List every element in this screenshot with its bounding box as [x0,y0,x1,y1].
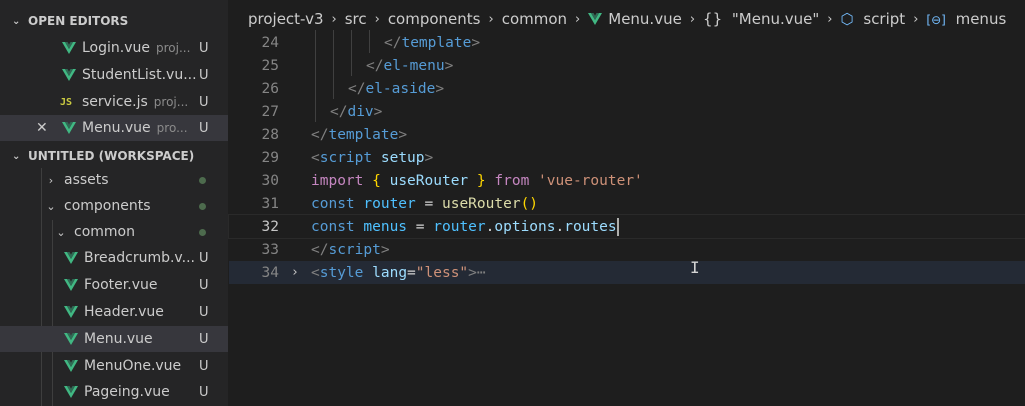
open-editor-item-studentlist[interactable]: StudentList.vu... U [0,62,228,88]
vue-icon [64,252,78,264]
tree-folder-components[interactable]: ⌄ components [0,193,228,219]
line-number: 32 [261,218,279,235]
code-line-current[interactable]: 32 const menus = router.options.routes [228,214,1025,239]
code-line[interactable]: 24 </template> [229,31,1025,54]
git-untracked-badge: U [199,358,209,374]
explorer-sidebar: ⌄ OPEN EDITORS Login.vue proj... U Stude… [0,0,228,406]
workspace-title: UNTITLED (WORKSPACE) [28,149,195,163]
open-editor-item-login[interactable]: Login.vue proj... U [0,35,228,61]
braces-icon: {} [703,10,723,28]
workspace-header[interactable]: ⌄ UNTITLED (WORKSPACE) [0,145,228,167]
breadcrumb-item-script[interactable]: ⬡ script [840,10,905,28]
code-line[interactable]: 28 </template> [229,123,1025,146]
vue-icon [64,360,78,372]
git-status-dot [199,202,206,210]
git-untracked-badge: U [199,304,209,320]
text-cursor [616,217,619,236]
code-editor[interactable]: 24 </template> 25 </el-menu> 26 </el-asi… [228,30,1025,406]
fold-ellipsis: ⋯ [476,264,486,281]
tree-folder-assets[interactable]: › assets [0,167,228,193]
line-number: 28 [261,126,279,143]
breadcrumb-item-project[interactable]: project-v3 [248,10,324,28]
vue-icon [64,306,78,318]
vue-icon [64,386,78,398]
git-status-dot [199,228,206,236]
git-untracked-badge: U [199,67,209,83]
line-number: 29 [261,149,279,166]
line-number: 24 [261,34,279,51]
vue-icon [62,42,76,54]
line-number: 31 [261,195,279,212]
open-editor-item-menu[interactable]: ✕ Menu.vue pro... U [0,115,228,141]
variable-icon: [⊖] [926,13,946,27]
cube-icon: ⬡ [840,10,854,28]
tree-file-menuone[interactable]: MenuOne.vue U [0,353,228,379]
git-untracked-badge: U [199,40,209,56]
chevron-right-icon: › [374,11,380,27]
line-number: 34 [261,264,279,281]
chevron-right-icon: › [913,11,919,27]
open-editors-header[interactable]: ⌄ OPEN EDITORS [0,10,228,32]
breadcrumb-item-common[interactable]: common [502,10,567,28]
vue-icon [64,279,78,291]
chevron-down-icon: ⌄ [46,199,56,213]
line-number: 27 [261,103,279,120]
breadcrumb-item-components[interactable]: components [388,10,481,28]
chevron-right-icon: › [331,11,337,27]
chevron-right-icon: › [827,11,833,27]
tree-file-header[interactable]: Header.vue U [0,299,228,325]
chevron-down-icon: ⌄ [12,15,21,27]
chevron-right-icon: › [48,173,54,187]
chevron-right-icon[interactable]: › [291,265,299,280]
line-number: 26 [261,80,279,97]
git-untracked-badge: U [199,331,209,347]
code-line[interactable]: 31 const router = useRouter() [229,192,1025,215]
chevron-down-icon: ⌄ [12,150,21,162]
breadcrumb-item-src[interactable]: src [345,10,367,28]
git-untracked-badge: U [199,120,209,136]
line-number: 33 [261,241,279,258]
breadcrumb-item-menus[interactable]: [⊖] menus [926,10,1006,28]
chevron-right-icon: › [488,11,494,27]
chevron-right-icon: › [575,11,581,27]
line-number: 30 [261,172,279,189]
tree-file-menu[interactable]: Menu.vue U [0,326,228,352]
breadcrumb-item-menu-vue[interactable]: Menu.vue [588,10,682,28]
open-editors-title: OPEN EDITORS [28,14,129,28]
tree-folder-common[interactable]: ⌄ common [0,219,228,245]
code-line[interactable]: 25 </el-menu> [229,54,1025,77]
breadcrumb-item-object[interactable]: {} "Menu.vue" [703,10,819,28]
git-untracked-badge: U [199,94,209,110]
code-line[interactable]: 26 </el-aside> [229,77,1025,100]
git-untracked-badge: U [199,250,209,266]
js-icon: JS [60,96,73,108]
open-editor-item-service[interactable]: JS service.js proj... U [0,89,228,115]
tree-file-pageing[interactable]: Pageing.vue U [0,379,228,405]
line-number: 25 [261,57,279,74]
git-untracked-badge: U [199,277,209,293]
chevron-right-icon: › [689,11,696,27]
chevron-down-icon: ⌄ [56,225,66,239]
close-icon[interactable]: ✕ [36,120,48,136]
code-line[interactable]: 29 <script setup> [229,146,1025,169]
vue-icon [62,69,76,81]
code-line[interactable]: 33 </script> [229,238,1025,261]
code-line[interactable]: 30 import { useRouter } from 'vue-router… [229,169,1025,192]
ibeam-cursor-icon: I [690,258,700,277]
code-line-folded[interactable]: 34 › <style lang="less">⋯ [229,261,1025,284]
git-status-dot [199,176,206,184]
vue-icon [62,122,76,134]
code-line[interactable]: 27 </div> [229,100,1025,123]
vue-icon [588,13,602,25]
vue-icon [64,333,78,345]
git-untracked-badge: U [199,384,209,400]
tree-file-footer[interactable]: Footer.vue U [0,272,228,298]
tree-file-breadcrumb[interactable]: Breadcrumb.v... U [0,245,228,271]
